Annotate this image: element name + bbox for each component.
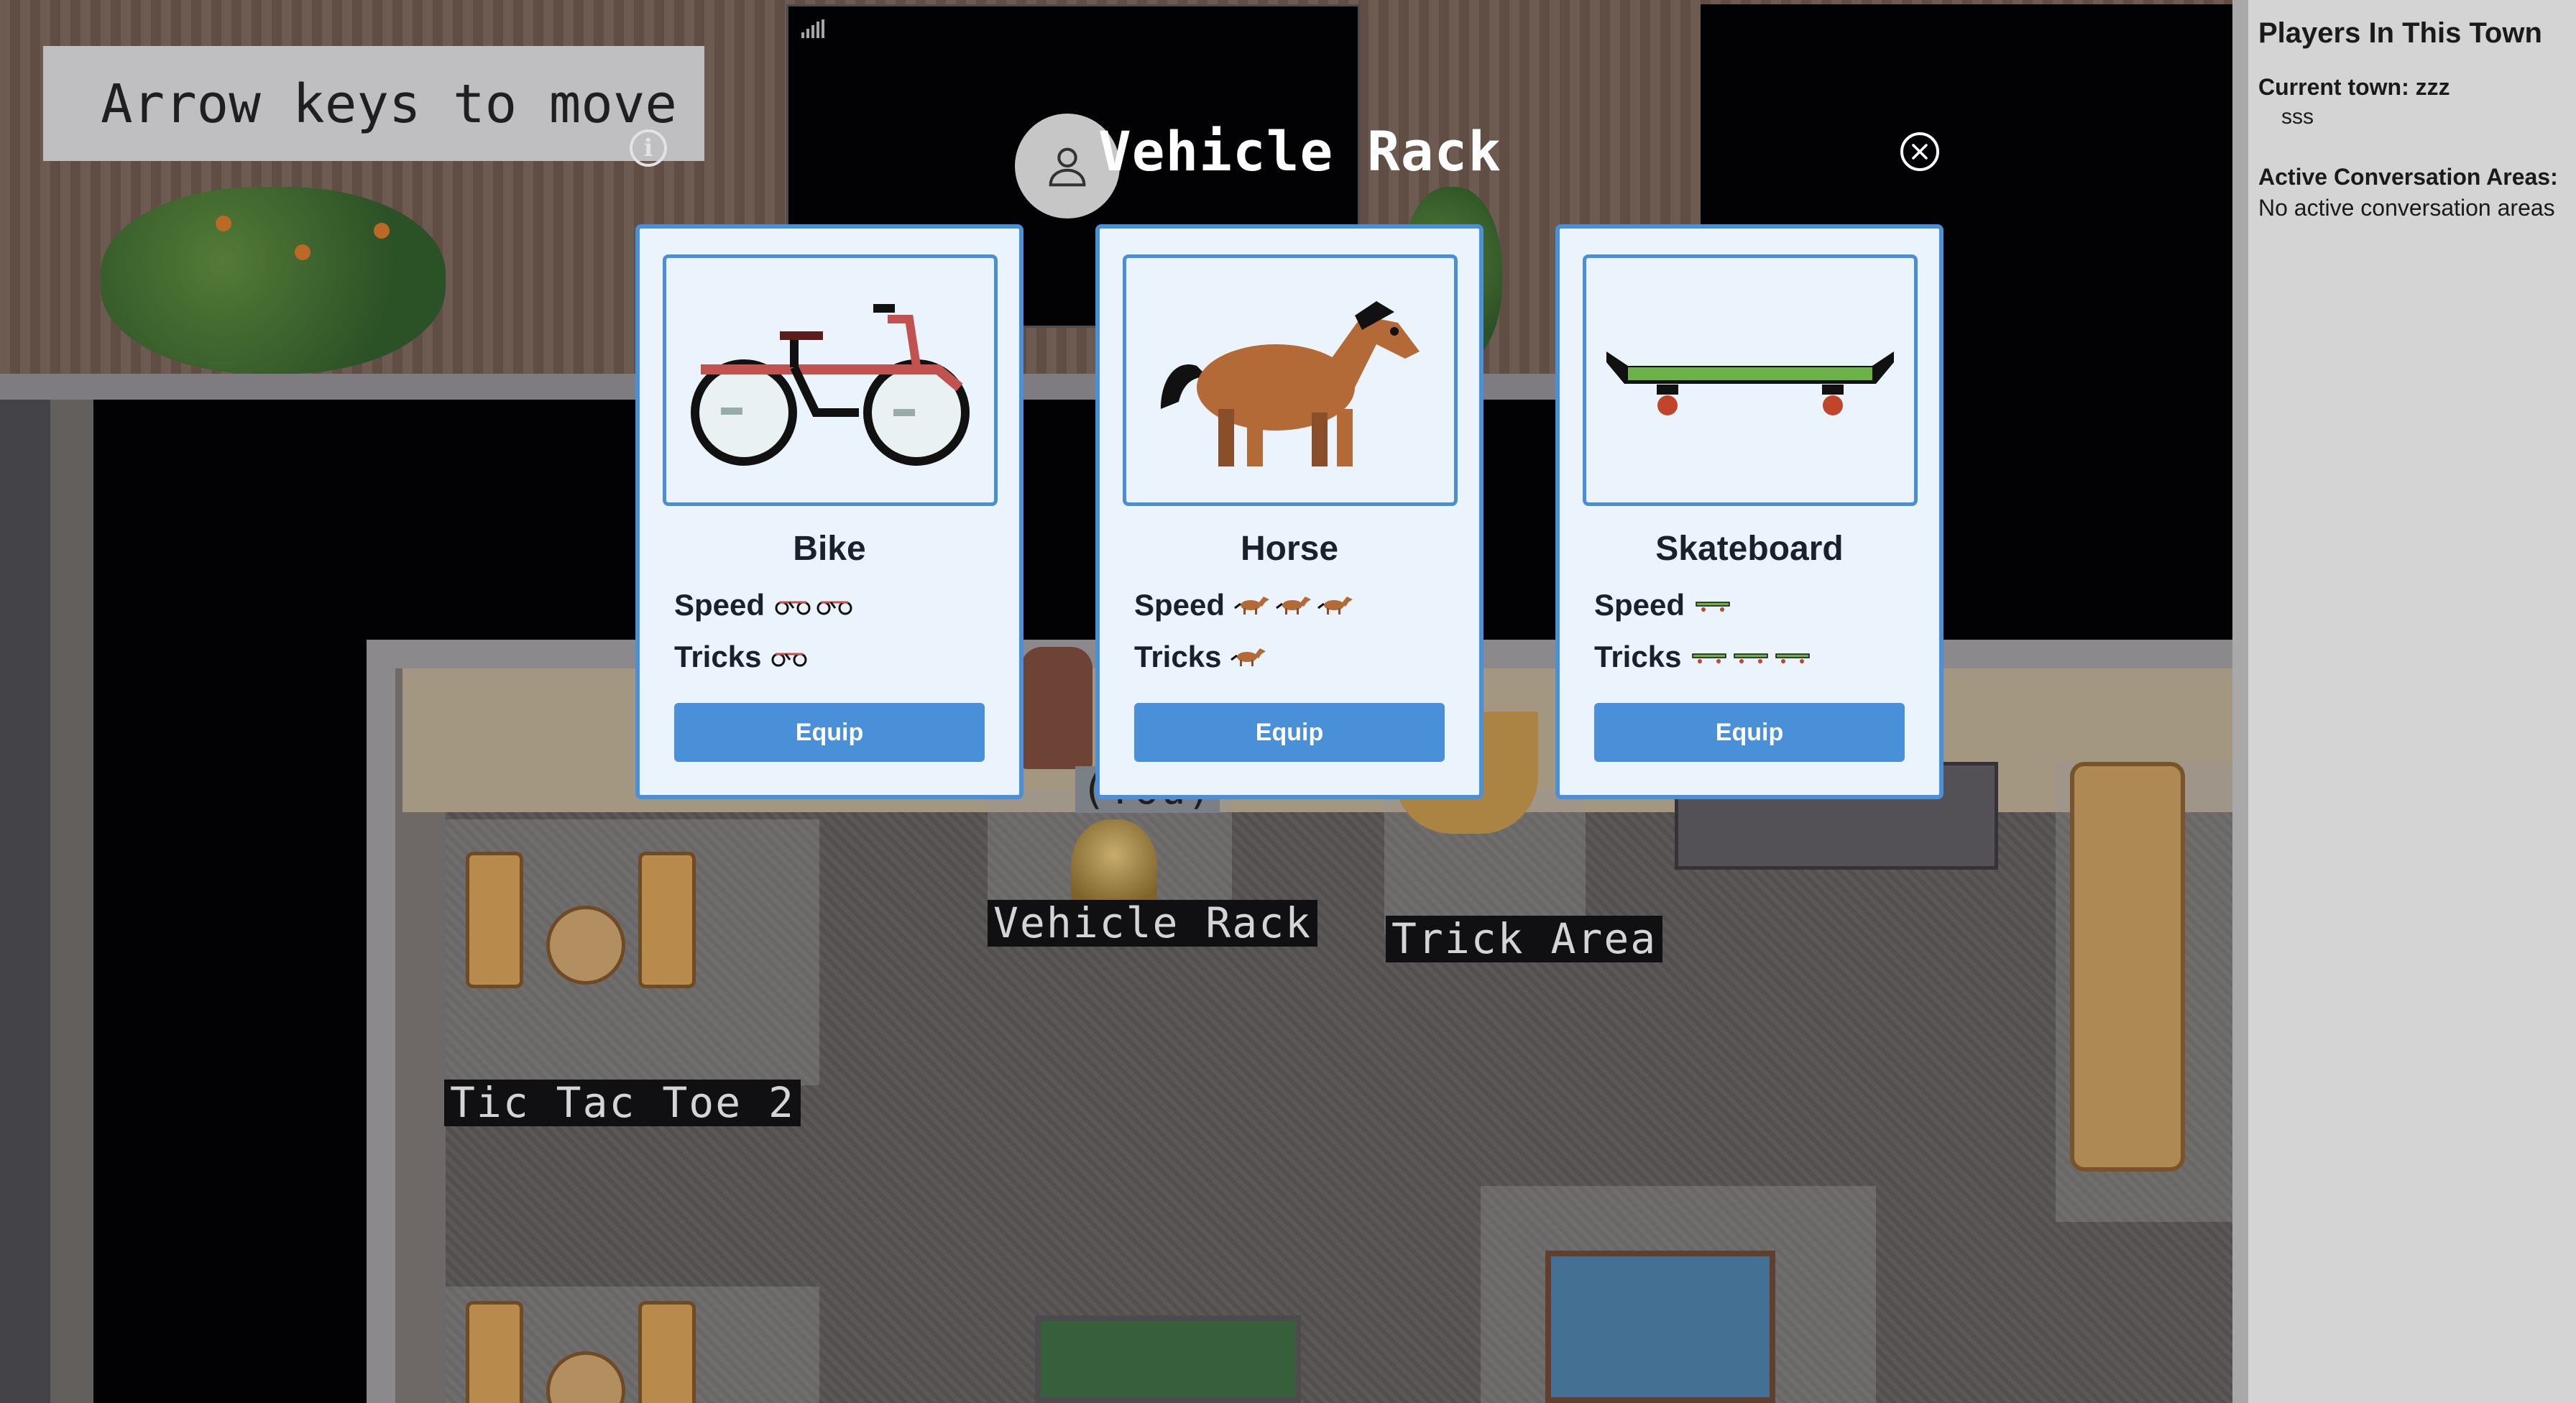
tricks-stat: Tricks bbox=[1134, 640, 1269, 674]
speed-rating bbox=[1233, 588, 1356, 622]
modal-title: Vehicle Rack bbox=[1098, 119, 1502, 183]
vehicle-name: Horse bbox=[1240, 530, 1339, 568]
bike-icon bbox=[663, 254, 998, 506]
tricks-stat: Tricks bbox=[1594, 640, 1812, 674]
bike-rating-icon bbox=[773, 588, 812, 622]
speed-stat: Speed bbox=[674, 588, 854, 622]
speed-label: Speed bbox=[1134, 588, 1225, 622]
equip-skateboard-button[interactable]: Equip bbox=[1594, 703, 1905, 762]
tricks-label: Tricks bbox=[674, 640, 762, 673]
vehicle-name: Skateboard bbox=[1655, 530, 1844, 568]
equip-bike-button[interactable]: Equip bbox=[674, 703, 985, 762]
speed-rating bbox=[773, 588, 854, 622]
speed-label: Speed bbox=[674, 588, 765, 622]
skateboard-rating-icon bbox=[1693, 588, 1732, 622]
bike-rating-icon bbox=[770, 640, 809, 674]
vehicle-name: Bike bbox=[793, 530, 866, 568]
tricks-stat: Tricks bbox=[674, 640, 809, 674]
skateboard-rating-icon bbox=[1773, 640, 1812, 674]
skateboard-icon bbox=[1583, 254, 1918, 506]
speed-label: Speed bbox=[1594, 588, 1685, 622]
speed-rating bbox=[1693, 588, 1732, 622]
players-sidebar: Players In This Town Current town: zzz s… bbox=[2232, 0, 2576, 1403]
conversation-areas-empty: No active conversation areas bbox=[2258, 195, 2555, 221]
skateboard-rating-icon bbox=[1690, 640, 1729, 674]
conversation-areas-title: Active Conversation Areas: bbox=[2258, 164, 2558, 190]
current-town: Current town: zzz bbox=[2258, 74, 2450, 100]
equip-horse-button[interactable]: Equip bbox=[1134, 703, 1445, 762]
close-circle-icon[interactable] bbox=[1900, 132, 1939, 171]
horse-icon bbox=[1123, 254, 1458, 506]
vehicle-card-skateboard: Skateboard Speed Tricks Equip bbox=[1555, 224, 1944, 799]
horse-rating-icon bbox=[1230, 640, 1269, 674]
tricks-rating bbox=[770, 640, 809, 674]
speed-stat: Speed bbox=[1134, 588, 1356, 622]
horse-rating-icon bbox=[1275, 588, 1314, 622]
vehicle-card-horse: Horse Speed Tricks Equip bbox=[1095, 224, 1484, 799]
bike-rating-icon bbox=[815, 588, 854, 622]
player-list-item: sss bbox=[2281, 105, 2314, 129]
tricks-label: Tricks bbox=[1594, 640, 1682, 673]
horse-rating-icon bbox=[1233, 588, 1272, 622]
speed-stat: Speed bbox=[1594, 588, 1732, 622]
tricks-label: Tricks bbox=[1134, 640, 1222, 673]
modal-header: Vehicle Rack bbox=[1015, 111, 1964, 218]
tricks-rating bbox=[1690, 640, 1812, 674]
tricks-rating bbox=[1230, 640, 1269, 674]
skateboard-rating-icon bbox=[1731, 640, 1770, 674]
vehicle-card-bike: Bike Speed Tricks Equip bbox=[635, 224, 1024, 799]
sidebar-title: Players In This Town bbox=[2258, 17, 2542, 49]
horse-rating-icon bbox=[1317, 588, 1356, 622]
